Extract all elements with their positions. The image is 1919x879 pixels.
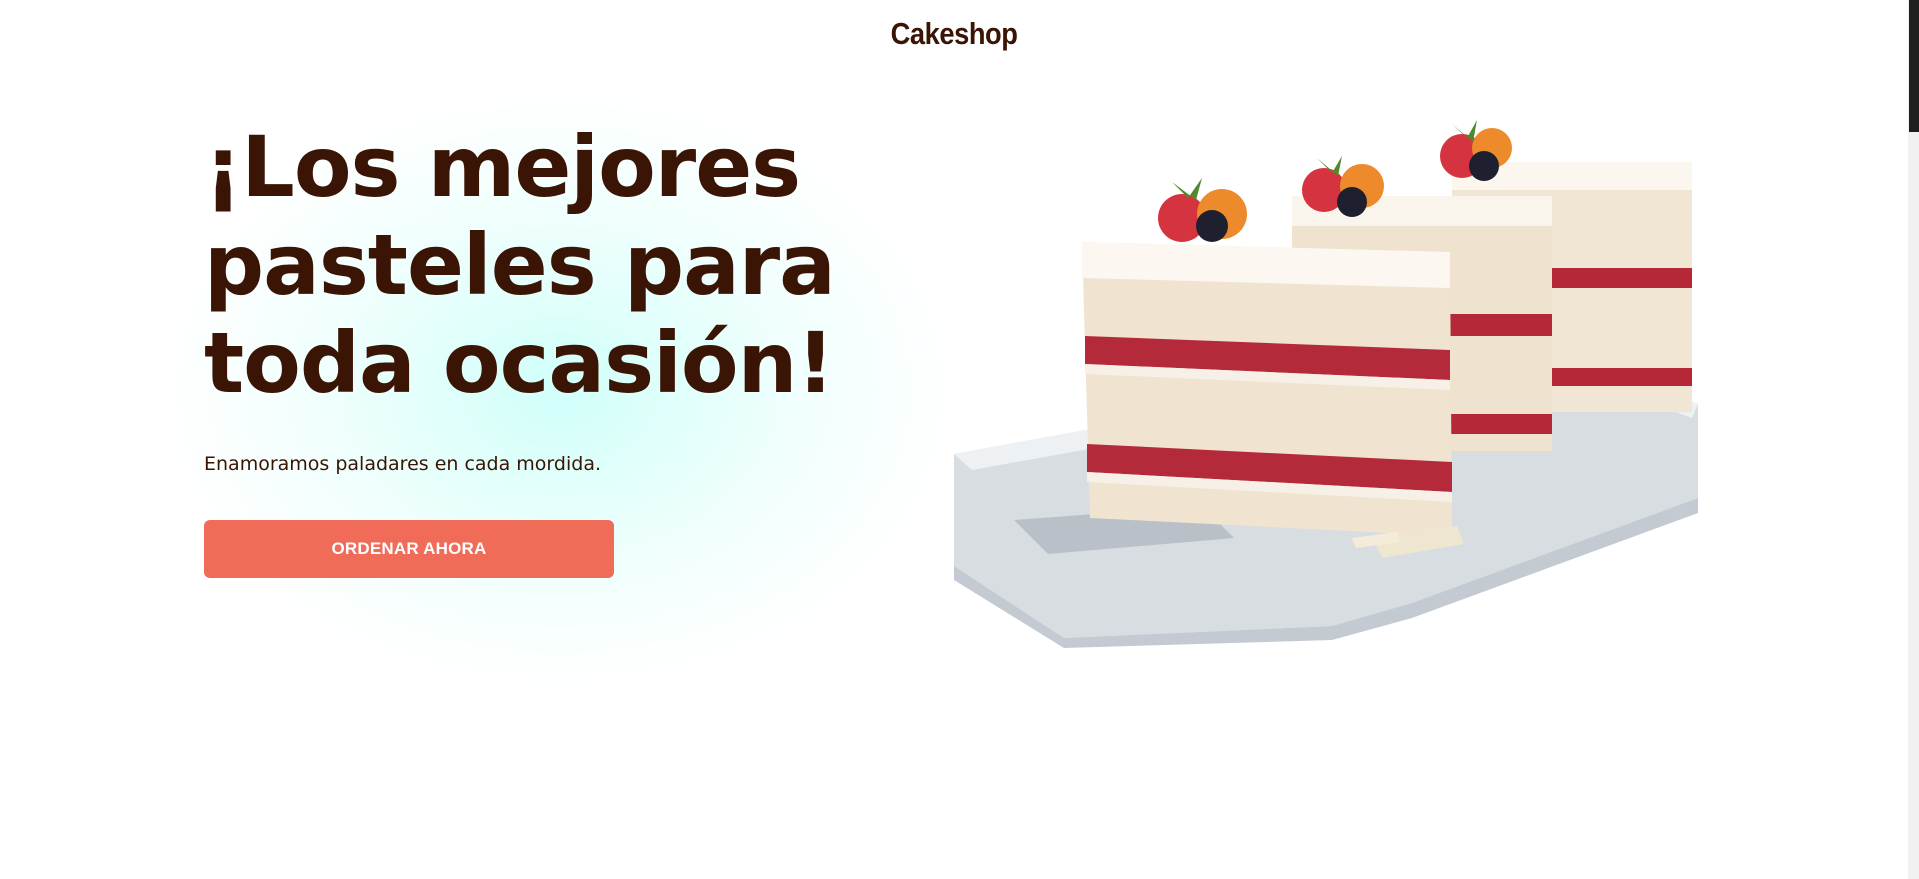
hero-headline: ¡Los mejores pasteles para toda ocasión! <box>204 118 836 412</box>
scrollbar-thumb[interactable] <box>1909 0 1919 132</box>
site-header: Cakeshop <box>0 0 1908 70</box>
hero-cake-image <box>952 118 1708 648</box>
cake-slice-front <box>1082 242 1452 536</box>
hero-subtitle: Enamoramos paladares en cada mordida. <box>204 453 601 475</box>
brand-logo[interactable]: Cakeshop <box>891 16 1018 52</box>
order-now-button[interactable]: ORDENAR AHORA <box>204 520 614 578</box>
page-scrollbar[interactable] <box>1908 0 1919 879</box>
hero-section: ¡Los mejores pasteles para toda ocasión!… <box>204 118 924 578</box>
